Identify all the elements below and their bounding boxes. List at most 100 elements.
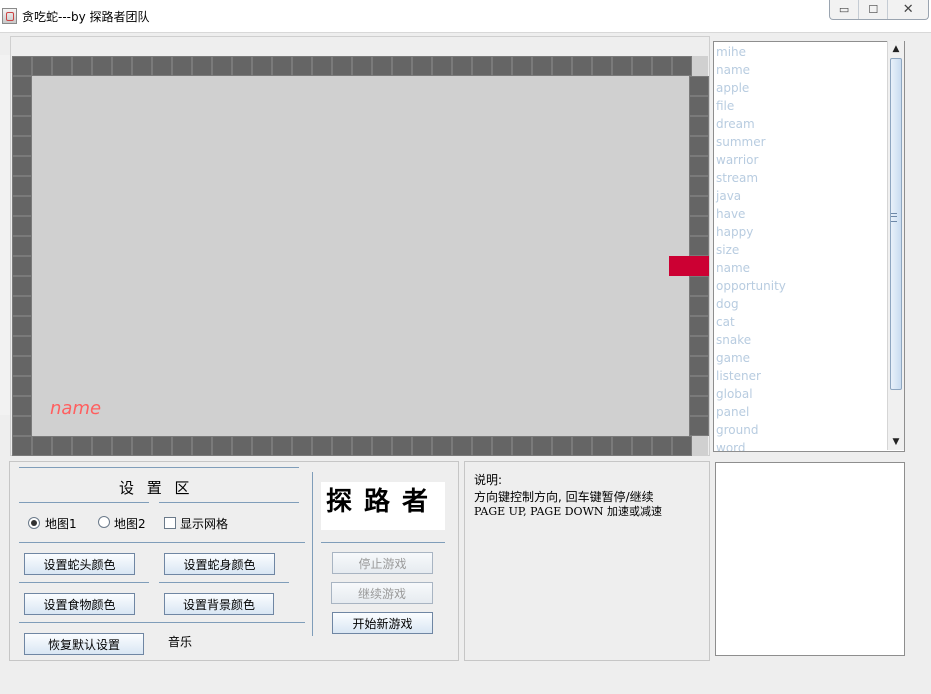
background-color-button[interactable]: 设置背景颜色 <box>164 593 274 615</box>
word-list-item[interactable]: word <box>716 439 886 451</box>
team-logo: 探路者 <box>321 482 445 530</box>
wall-block <box>12 76 32 96</box>
word-list-item[interactable]: size <box>716 241 886 259</box>
word-input-area[interactable] <box>715 462 905 656</box>
wall-block <box>212 56 232 76</box>
word-list-item[interactable]: stream <box>716 169 886 187</box>
maximize-button[interactable]: ☐ <box>858 0 887 19</box>
wall-block <box>272 436 292 456</box>
wall-block <box>412 56 432 76</box>
wall-block <box>292 56 312 76</box>
word-list-item[interactable]: ground <box>716 421 886 439</box>
wall-block <box>192 436 212 456</box>
close-button[interactable]: ✕ <box>887 0 928 19</box>
wall-block <box>612 436 632 456</box>
wall-block <box>12 256 32 276</box>
word-list-item[interactable]: listener <box>716 367 886 385</box>
divider <box>19 542 305 543</box>
wall-block <box>632 436 652 456</box>
divider <box>19 582 149 583</box>
wall-block <box>472 436 492 456</box>
stop-game-button[interactable]: 停止游戏 <box>332 552 433 574</box>
app-icon <box>2 8 17 24</box>
word-list-item[interactable]: game <box>716 349 886 367</box>
wall-block <box>652 56 672 76</box>
word-list-item[interactable]: happy <box>716 223 886 241</box>
wall-block <box>689 236 709 256</box>
word-list-item[interactable]: opportunity <box>716 277 886 295</box>
maximize-icon: ☐ <box>868 3 879 16</box>
new-game-button[interactable]: 开始新游戏 <box>332 612 433 634</box>
word-list-item[interactable]: name <box>716 61 886 79</box>
wall-block <box>252 56 272 76</box>
snake-body-color-button[interactable]: 设置蛇身颜色 <box>164 553 275 575</box>
wall-block <box>52 56 72 76</box>
wall-block <box>332 436 352 456</box>
word-list[interactable]: mihe name apple file dream summer warrior strea… <box>713 41 905 452</box>
wall-block <box>12 316 32 336</box>
wall-block <box>12 196 32 216</box>
wall-block <box>452 56 472 76</box>
wall-block <box>12 176 32 196</box>
wall-block <box>432 436 452 456</box>
music-label: 音乐 <box>168 635 193 649</box>
wall-block <box>689 136 709 156</box>
vertical-divider <box>312 472 313 636</box>
wall-block <box>512 56 532 76</box>
divider <box>19 502 149 503</box>
minimize-button[interactable]: ▭ <box>830 0 858 19</box>
word-list-item[interactable]: dog <box>716 295 886 313</box>
wall-block <box>612 56 632 76</box>
scroll-down-icon[interactable]: ▼ <box>888 434 904 450</box>
map2-radio[interactable] <box>98 516 110 528</box>
word-list-item[interactable]: global <box>716 385 886 403</box>
divider <box>19 622 305 623</box>
wall-block <box>689 116 709 136</box>
wall-block <box>92 436 112 456</box>
wall-block <box>172 436 192 456</box>
scrollbar-thumb[interactable] <box>890 58 902 390</box>
wall-block <box>92 56 112 76</box>
snake <box>669 256 709 276</box>
word-list-item[interactable]: warrior <box>716 151 886 169</box>
word-list-item[interactable]: mihe <box>716 43 886 61</box>
settings-title: 设 置 区 <box>119 479 194 497</box>
word-list-item[interactable]: apple <box>716 79 886 97</box>
word-list-item[interactable]: cat <box>716 313 886 331</box>
wall-block <box>372 436 392 456</box>
continue-game-button[interactable]: 继续游戏 <box>331 582 433 604</box>
instructions-line-2: PAGE UP, PAGE DOWN 加速或减速 <box>474 505 662 518</box>
wall-block <box>312 56 332 76</box>
word-list-item[interactable]: dream <box>716 115 886 133</box>
word-list-item[interactable]: snake <box>716 331 886 349</box>
word-list-item[interactable]: file <box>716 97 886 115</box>
word-list-item[interactable]: name <box>716 259 886 277</box>
show-grid-checkbox[interactable] <box>164 517 176 529</box>
wall-block <box>112 436 132 456</box>
wall-block <box>332 56 352 76</box>
wall-block <box>352 436 372 456</box>
wall-block <box>689 76 709 96</box>
instructions-title: 说明: <box>474 473 503 487</box>
wall-block <box>452 436 472 456</box>
wall-block <box>292 436 312 456</box>
word-list-item[interactable]: panel <box>716 403 886 421</box>
word-list-scrollbar[interactable]: ▲ ▼ <box>887 41 904 450</box>
word-list-item[interactable]: java <box>716 187 886 205</box>
word-list-item[interactable]: have <box>716 205 886 223</box>
scroll-up-icon[interactable]: ▲ <box>888 41 904 57</box>
food-color-button[interactable]: 设置食物颜色 <box>24 593 135 615</box>
logo-text: 探路者 <box>325 487 440 517</box>
word-list-item[interactable]: summer <box>716 133 886 151</box>
wall-block <box>312 436 332 456</box>
show-grid-label: 显示网格 <box>180 517 229 531</box>
snake-head-color-button[interactable]: 设置蛇头颜色 <box>24 553 135 575</box>
scrollbar-grip-icon <box>891 213 897 222</box>
map1-radio[interactable] <box>28 517 40 529</box>
wall-block <box>192 56 212 76</box>
wall-block <box>12 376 32 396</box>
wall-block <box>12 276 32 296</box>
restore-default-button[interactable]: 恢复默认设置 <box>24 633 144 655</box>
wall-block <box>52 436 72 456</box>
wall-block <box>12 56 32 76</box>
